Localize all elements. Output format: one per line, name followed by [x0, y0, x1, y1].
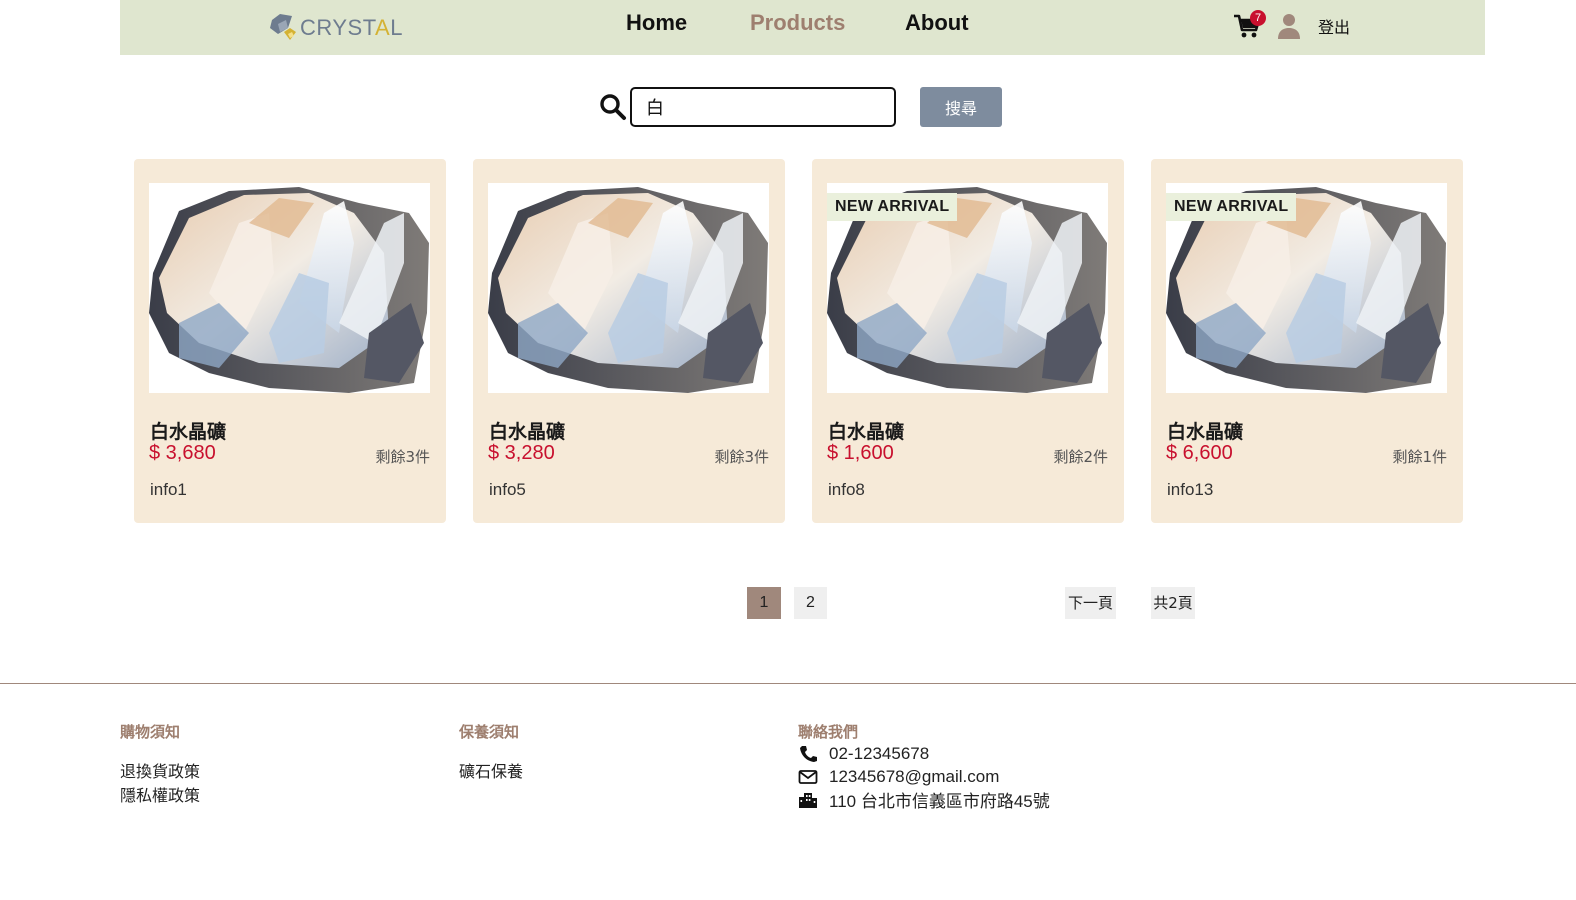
- product-card[interactable]: 白水晶礦 $ 3,680 剩餘3件 info1: [134, 159, 446, 523]
- building-icon: [799, 792, 817, 808]
- contact-address-row: 110 台北市信義區市府路45號: [798, 788, 1050, 811]
- logo-text: CRYSTAL: [300, 15, 403, 40]
- contact-address: 110 台北市信義區市府路45號: [829, 792, 1050, 811]
- logout-link[interactable]: 登出: [1318, 14, 1350, 38]
- search-icon: [600, 94, 626, 120]
- product-name: 白水晶礦: [150, 421, 227, 443]
- footer-shopping-column: 購物須知 退換貨政策 隱私權政策: [120, 721, 200, 808]
- product-image: NEW ARRIVAL: [827, 183, 1108, 393]
- privacy-policy-link[interactable]: 隱私權政策: [120, 784, 200, 808]
- product-grid: 白水晶礦 $ 3,680 剩餘3件 info1 白水晶礦 $ 3,280 剩餘3…: [134, 159, 1463, 523]
- crystal-logo[interactable]: CRYSTAL: [266, 8, 403, 48]
- contact-phone: 02-12345678: [829, 743, 930, 763]
- product-info: info8: [828, 480, 865, 499]
- user-icon[interactable]: [1274, 11, 1304, 41]
- product-stock: 剩餘3件: [375, 448, 430, 466]
- product-image: [488, 183, 769, 393]
- product-name: 白水晶礦: [828, 421, 905, 443]
- product-info: info13: [1167, 480, 1214, 499]
- page-2-button[interactable]: 2: [794, 587, 827, 619]
- total-pages-label: 共2頁: [1151, 587, 1195, 619]
- product-stock: 剩餘1件: [1392, 448, 1447, 466]
- new-arrival-badge: NEW ARRIVAL: [827, 193, 958, 221]
- footer-care-column: 保養須知 礦石保養: [459, 721, 523, 784]
- cart-count-badge: 7: [1250, 10, 1266, 26]
- footer-divider: [0, 683, 1576, 684]
- footer-care-title: 保養須知: [459, 723, 520, 741]
- stone-care-link[interactable]: 礦石保養: [459, 760, 523, 784]
- product-name: 白水晶礦: [1167, 421, 1244, 443]
- search-bar: 搜尋: [599, 87, 1002, 127]
- phone-icon: [800, 745, 817, 762]
- product-price: $ 6,600: [1166, 442, 1233, 464]
- product-image: [149, 183, 430, 393]
- crystal-cluster-image: [149, 187, 429, 393]
- product-price: $ 3,280: [488, 442, 555, 464]
- contact-phone-row: 02-12345678: [798, 742, 1050, 765]
- product-card[interactable]: 白水晶礦 $ 3,280 剩餘3件 info5: [473, 159, 785, 523]
- crystal-cluster-image: [488, 187, 768, 393]
- contact-email: 12345678@gmail.com: [829, 766, 1000, 786]
- search-input[interactable]: [630, 87, 896, 127]
- cart-button[interactable]: 7: [1232, 10, 1266, 41]
- product-card[interactable]: NEW ARRIVAL 白水晶礦 $ 6,600 剩餘1件 info13: [1151, 159, 1463, 523]
- product-price: $ 1,600: [827, 442, 894, 464]
- product-info: info5: [489, 480, 526, 499]
- search-button[interactable]: 搜尋: [920, 87, 1002, 127]
- footer-contact-column: 聯絡我們 02-12345678 12345678@gmail.com 110 …: [798, 721, 1050, 811]
- product-name: 白水晶礦: [489, 421, 566, 443]
- product-stock: 剩餘3件: [714, 448, 769, 466]
- top-nav-bar: CRYSTAL Home Products About 7 登出: [120, 0, 1485, 55]
- main-nav: Home Products About: [626, 10, 969, 36]
- footer-contact-title: 聯絡我們: [798, 723, 859, 741]
- envelope-icon: [798, 769, 818, 784]
- nav-products[interactable]: Products: [750, 10, 905, 36]
- nav-about[interactable]: About: [905, 10, 969, 36]
- product-image: NEW ARRIVAL: [1166, 183, 1447, 393]
- return-policy-link[interactable]: 退換貨政策: [120, 760, 200, 784]
- footer-shopping-title: 購物須知: [120, 723, 181, 741]
- new-arrival-badge: NEW ARRIVAL: [1166, 193, 1297, 221]
- page-1-button[interactable]: 1: [747, 587, 781, 619]
- crystal-logo-icon: [270, 14, 296, 40]
- contact-email-row: 12345678@gmail.com: [798, 765, 1050, 788]
- product-card[interactable]: NEW ARRIVAL 白水晶礦 $ 1,600 剩餘2件 info8: [812, 159, 1124, 523]
- product-stock: 剩餘2件: [1053, 448, 1108, 466]
- product-info: info1: [150, 480, 187, 499]
- nav-home[interactable]: Home: [626, 10, 750, 36]
- next-page-button[interactable]: 下一頁: [1065, 587, 1116, 619]
- header-actions: 7 登出: [1232, 6, 1350, 46]
- product-price: $ 3,680: [149, 442, 216, 464]
